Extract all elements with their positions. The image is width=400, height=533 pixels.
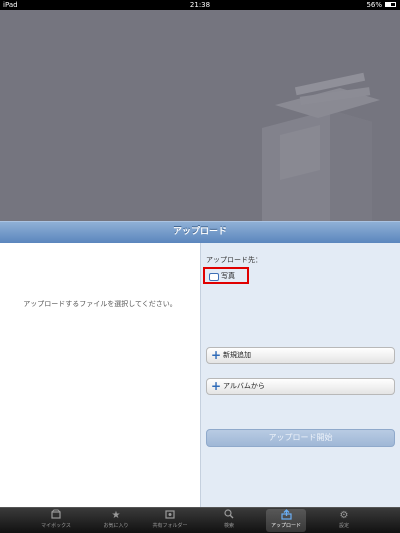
tab-label: アップロード <box>270 523 301 529</box>
from-album-button[interactable]: + アルバムから <box>206 378 395 395</box>
add-new-button[interactable]: + 新規追加 <box>206 347 395 364</box>
destination-folder[interactable]: 写真 <box>203 267 249 284</box>
add-new-label: 新規追加 <box>223 351 251 359</box>
battery-icon <box>385 2 396 7</box>
page-title: アップロード <box>0 221 400 243</box>
gear-icon: ⚙ <box>339 510 349 521</box>
tab-shared-folders[interactable]: 共有フォルダー <box>150 509 190 532</box>
preview-background <box>0 10 400 221</box>
tab-label: 共有フォルダー <box>152 523 188 529</box>
box-icon <box>36 509 76 522</box>
tab-search[interactable]: 検索 <box>209 509 249 532</box>
battery-percentage: 56% <box>366 1 382 9</box>
upload-icon <box>266 509 306 522</box>
select-file-instruction: アップロードするファイルを選択してください。 <box>23 300 177 308</box>
file-selection-pane[interactable]: アップロードするファイルを選択してください。 <box>0 243 200 507</box>
shared-folder-icon <box>150 509 190 522</box>
destination-folder-name: 写真 <box>221 272 235 280</box>
tab-label: お気に入り <box>103 523 129 529</box>
tab-label: 設定 <box>338 523 349 529</box>
plus-icon: + <box>211 348 222 362</box>
tab-label: マイボックス <box>41 523 71 529</box>
tab-bar: マイボックス ★ お気に入り 共有フォルダー 検索 アップロード ⚙ 設定 <box>0 507 400 533</box>
star-icon: ★ <box>111 510 121 521</box>
start-upload-button[interactable]: アップロード開始 <box>206 429 395 447</box>
folder-icon <box>209 273 219 281</box>
search-icon <box>209 509 249 522</box>
tab-favorites[interactable]: ★ お気に入り <box>96 509 136 532</box>
tab-my-box[interactable]: マイボックス <box>36 509 76 532</box>
preview-area <box>0 10 400 221</box>
status-bar: iPad 21:38 56% <box>0 0 400 10</box>
tab-settings[interactable]: ⚙ 設定 <box>324 509 364 532</box>
from-album-label: アルバムから <box>223 382 265 390</box>
tab-upload[interactable]: アップロード <box>266 509 306 532</box>
plus-icon: + <box>211 379 222 393</box>
clock: 21:38 <box>189 1 211 9</box>
destination-label: アップロード先： <box>206 256 262 264</box>
tab-label: 検索 <box>223 523 234 529</box>
upload-options-pane: アップロード先： 写真 + 新規追加 + アルバムから アップロード開始 <box>200 243 400 507</box>
